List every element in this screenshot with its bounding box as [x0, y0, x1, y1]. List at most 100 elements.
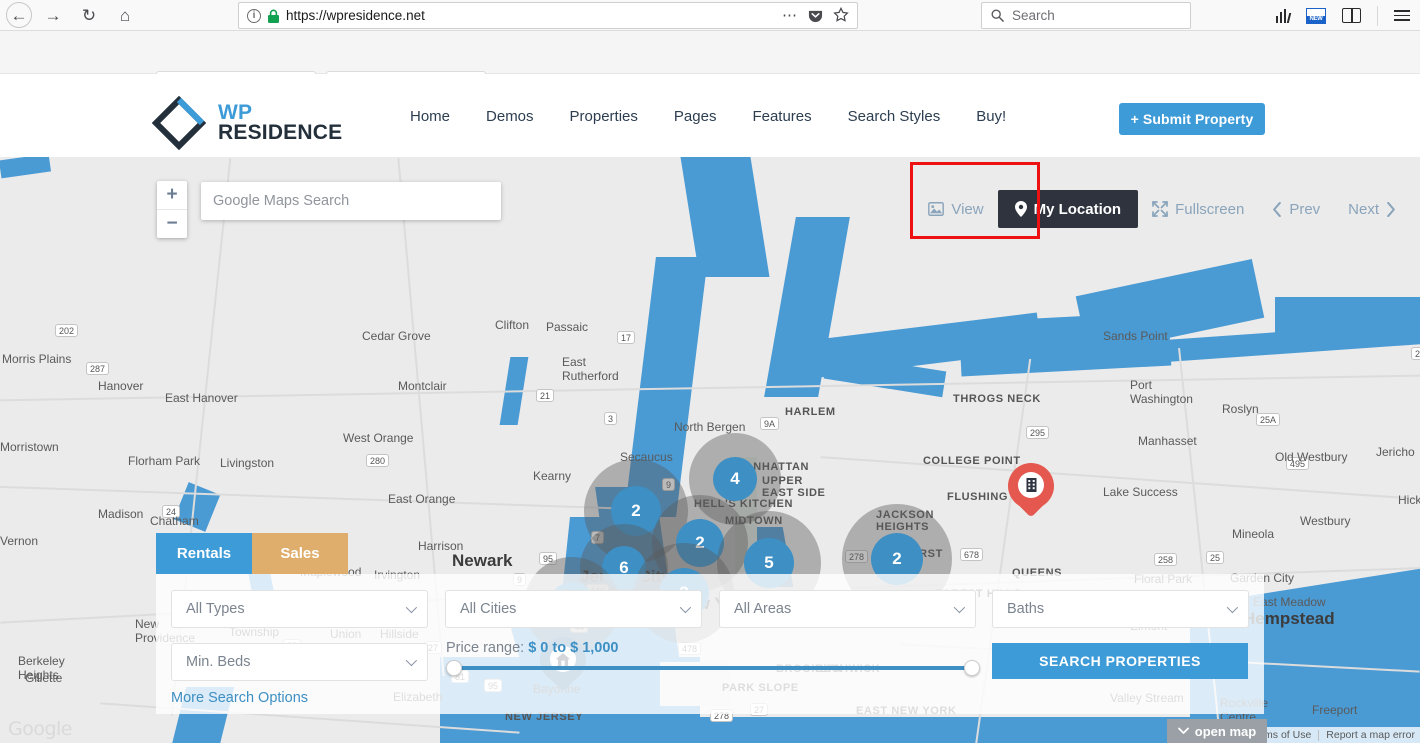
chevron-down-icon	[1226, 601, 1239, 614]
browser-toolbar: ← → ↻ ⌂ i https://wpresidence.net ⋯ Sear…	[0, 0, 1420, 31]
map-place-label: Morris Plains	[2, 352, 72, 366]
map-place-label: FLUSHING	[947, 491, 1009, 503]
map-place-label: Vernon	[0, 534, 39, 548]
report-map-error-link[interactable]: Report a map error	[1326, 729, 1415, 741]
building-marker[interactable]	[1008, 463, 1054, 521]
route-shield: 678	[960, 548, 984, 561]
hamburger-menu-icon[interactable]	[1394, 9, 1410, 22]
search-properties-button[interactable]: SEARCH PROPERTIES	[992, 643, 1248, 679]
nav-item-buy[interactable]: Buy!	[976, 108, 1006, 125]
logo-text-top: WP	[218, 101, 253, 125]
map-place-label: Sands Point	[1103, 329, 1168, 343]
my-location-button[interactable]: My Location	[997, 190, 1139, 228]
map-place-label: Cedar Grove	[362, 329, 431, 343]
map-place-label: East Rutherford	[562, 355, 619, 383]
zoom-in-button[interactable]: +	[157, 181, 187, 209]
price-range-prefix: Price range:	[446, 640, 529, 656]
map-place-label: Freeport	[1312, 703, 1358, 717]
reader-view-icon[interactable]	[1342, 8, 1361, 23]
info-icon[interactable]: i	[247, 8, 261, 23]
fullscreen-label: Fullscreen	[1175, 200, 1245, 218]
building-icon	[1018, 472, 1044, 498]
chevron-right-icon	[1387, 201, 1395, 217]
route-shield: 25	[1206, 551, 1225, 564]
submit-property-button[interactable]: + Submit Property	[1119, 103, 1265, 135]
chevron-down-icon	[405, 654, 418, 667]
map-place-label: Livingston	[220, 456, 275, 470]
nav-item-pages[interactable]: Pages	[674, 108, 717, 125]
library-icon[interactable]	[1276, 8, 1292, 23]
tab-rentals[interactable]: Rentals	[156, 533, 252, 574]
toolbar-divider	[1377, 5, 1378, 26]
url-bar[interactable]: i https://wpresidence.net ⋯	[238, 2, 858, 29]
route-shield: 21	[536, 389, 555, 402]
browser-search-box[interactable]: Search	[981, 2, 1191, 29]
back-arrow-icon[interactable]: ←	[6, 2, 32, 28]
pocket-icon[interactable]	[808, 8, 823, 23]
more-search-options-link[interactable]: More Search Options	[171, 690, 308, 706]
next-button[interactable]: Next	[1334, 197, 1410, 221]
price-range-slider[interactable]	[446, 660, 980, 676]
map-place-label: Madison	[98, 507, 144, 521]
ellipsis-icon[interactable]: ⋯	[782, 6, 798, 24]
my-location-label: My Location	[1033, 200, 1122, 218]
route-shield: 3	[604, 412, 618, 425]
diamond-logo-icon	[151, 95, 207, 151]
search-type-tabs: Rentals Sales	[156, 533, 348, 574]
google-maps-search-placeholder: Google Maps Search	[213, 193, 350, 209]
home-icon[interactable]: ⌂	[110, 0, 140, 30]
google-maps-search-input[interactable]: Google Maps Search	[201, 182, 501, 220]
main-navigation: Home Demos Properties Pages Features Sea…	[410, 108, 1006, 125]
fullscreen-button[interactable]: Fullscreen	[1138, 197, 1258, 221]
route-shield: 25A	[1256, 413, 1281, 426]
type-select[interactable]: All Types	[171, 590, 428, 628]
map-place-label: Newark	[452, 551, 513, 570]
site-top-bar: USD square feet - ft² 1-847-555-5555 | s…	[0, 31, 1420, 96]
nav-item-features[interactable]: Features	[752, 108, 811, 125]
map-place-label: COLLEGE POINT	[923, 455, 1021, 467]
map-place-label: West Orange	[343, 431, 414, 445]
open-map-button[interactable]: open map	[1167, 719, 1267, 743]
view-button[interactable]: View	[914, 197, 997, 221]
route-shield: 202	[55, 324, 79, 337]
reload-icon[interactable]: ↻	[74, 0, 104, 30]
map-place-label: North Bergen	[674, 420, 746, 434]
area-select[interactable]: All Areas	[719, 590, 976, 628]
site-logo[interactable]: WP RESIDENCE	[151, 95, 342, 151]
city-select[interactable]: All Cities	[445, 590, 702, 628]
map-place-label: East Orange	[388, 492, 456, 506]
star-icon[interactable]	[833, 7, 849, 23]
route-shield: 280	[366, 454, 390, 467]
nav-item-home[interactable]: Home	[410, 108, 450, 125]
new-badge-icon[interactable]: NEW	[1306, 7, 1326, 24]
map-place-label: Kearny	[533, 469, 572, 483]
chevron-down-icon	[953, 601, 966, 614]
chevron-down-icon	[405, 601, 418, 614]
map-place-label: Harrison	[418, 539, 464, 553]
browser-right-controls: NEW	[1276, 0, 1420, 31]
map-place-label: Passaic	[546, 320, 589, 334]
price-range-label: Price range: $ 0 to $ 1,000	[446, 640, 619, 656]
map-tools-bar: View My Location Fullscreen Prev Next	[914, 190, 1410, 228]
map-place-label: Roslyn	[1222, 402, 1259, 416]
prev-button[interactable]: Prev	[1258, 197, 1334, 221]
padlock-icon	[268, 9, 279, 23]
nav-item-demos[interactable]: Demos	[486, 108, 534, 125]
route-shield: 9A	[760, 417, 780, 430]
nav-item-properties[interactable]: Properties	[570, 108, 638, 125]
zoom-out-button[interactable]: −	[157, 210, 187, 238]
nav-item-search-styles[interactable]: Search Styles	[848, 108, 941, 125]
baths-select-value: Baths	[1007, 601, 1045, 617]
map-zoom-controls[interactable]: + −	[157, 181, 187, 238]
slider-handle-min[interactable]	[446, 660, 462, 676]
map-place-label: Jericho	[1376, 445, 1415, 459]
map-cluster-count: 4	[713, 457, 757, 501]
map-place-label: Port Washington	[1130, 378, 1193, 406]
tab-sales[interactable]: Sales	[252, 533, 348, 574]
slider-handle-max[interactable]	[964, 660, 980, 676]
forward-arrow-icon[interactable]: →	[38, 0, 68, 30]
expand-icon	[1152, 201, 1168, 217]
baths-select[interactable]: Baths	[992, 590, 1249, 628]
beds-select[interactable]: Min. Beds	[171, 643, 428, 681]
route-shield: 25	[1411, 347, 1420, 360]
